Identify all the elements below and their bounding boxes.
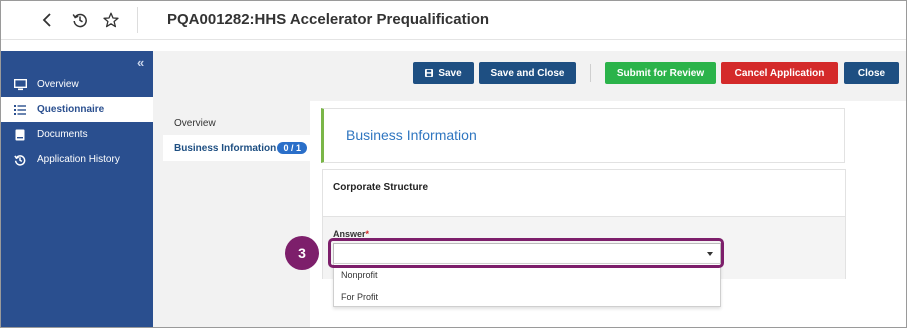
star-icon[interactable] — [101, 10, 121, 30]
answer-label: Answer* — [333, 229, 369, 239]
sidebar-item-overview[interactable]: Overview — [1, 72, 153, 97]
sidebar-item-label: Documents — [37, 129, 88, 140]
answer-dropdown-list: Nonprofit For Profit — [333, 263, 721, 307]
save-button-label: Save — [438, 67, 462, 79]
required-asterisk: * — [365, 229, 370, 239]
top-bar: PQA001282:HHS Accelerator Prequalificati… — [1, 1, 906, 40]
answer-label-text: Answer — [333, 229, 366, 239]
sidebar-item-label: Questionnaire — [37, 104, 105, 115]
sidebar-item-label: Overview — [37, 79, 79, 90]
history-icon[interactable] — [70, 10, 90, 30]
subnav-item-label: Business Information — [174, 142, 277, 154]
submit-for-review-button[interactable]: Submit for Review — [605, 62, 716, 84]
progress-count-badge: 0 / 1 — [277, 142, 307, 154]
content-area: Save Save and Close Submit for Review Ca… — [153, 51, 906, 327]
question-title: Corporate Structure — [333, 182, 429, 193]
subnav-item-overview[interactable]: Overview — [163, 110, 310, 136]
sidebar-item-label: Application History — [37, 154, 120, 165]
floppy-disk-icon — [425, 69, 434, 77]
sidebar-item-documents[interactable]: Documents — [1, 122, 153, 147]
collapse-sidebar-button[interactable]: « — [137, 55, 144, 70]
list-icon — [13, 104, 27, 115]
application-window: PQA001282:HHS Accelerator Prequalificati… — [0, 0, 907, 328]
cancel-application-button[interactable]: Cancel Application — [721, 62, 838, 84]
save-and-close-button[interactable]: Save and Close — [479, 62, 576, 84]
page-title: PQA001282:HHS Accelerator Prequalificati… — [167, 11, 490, 28]
chevron-left-icon[interactable] — [37, 10, 57, 30]
section-header-card: Business Information — [321, 108, 845, 163]
subnav-item-business-information[interactable]: Business Information 0 / 1 — [163, 135, 310, 161]
subnav-item-label: Overview — [174, 117, 216, 129]
step-number-badge: 3 — [285, 236, 319, 270]
close-button[interactable]: Close — [844, 62, 899, 84]
top-bar-divider — [137, 7, 138, 33]
section-title: Business Information — [346, 127, 477, 143]
sidebar-item-questionnaire[interactable]: Questionnaire — [1, 97, 153, 122]
monitor-icon — [13, 78, 27, 91]
save-button[interactable]: Save — [413, 62, 474, 84]
answer-select[interactable] — [333, 243, 721, 265]
history-icon — [13, 154, 27, 166]
dropdown-option-nonprofit[interactable]: Nonprofit — [334, 264, 720, 286]
sidebar: « Overview Questionnaire Documents Appli… — [1, 51, 153, 327]
sidebar-item-application-history[interactable]: Application History — [1, 147, 153, 172]
question-header: Corporate Structure — [323, 170, 845, 217]
document-icon — [13, 129, 27, 141]
toolbar-divider — [590, 64, 591, 82]
caret-down-icon — [707, 252, 713, 256]
dropdown-option-for-profit[interactable]: For Profit — [334, 286, 720, 308]
